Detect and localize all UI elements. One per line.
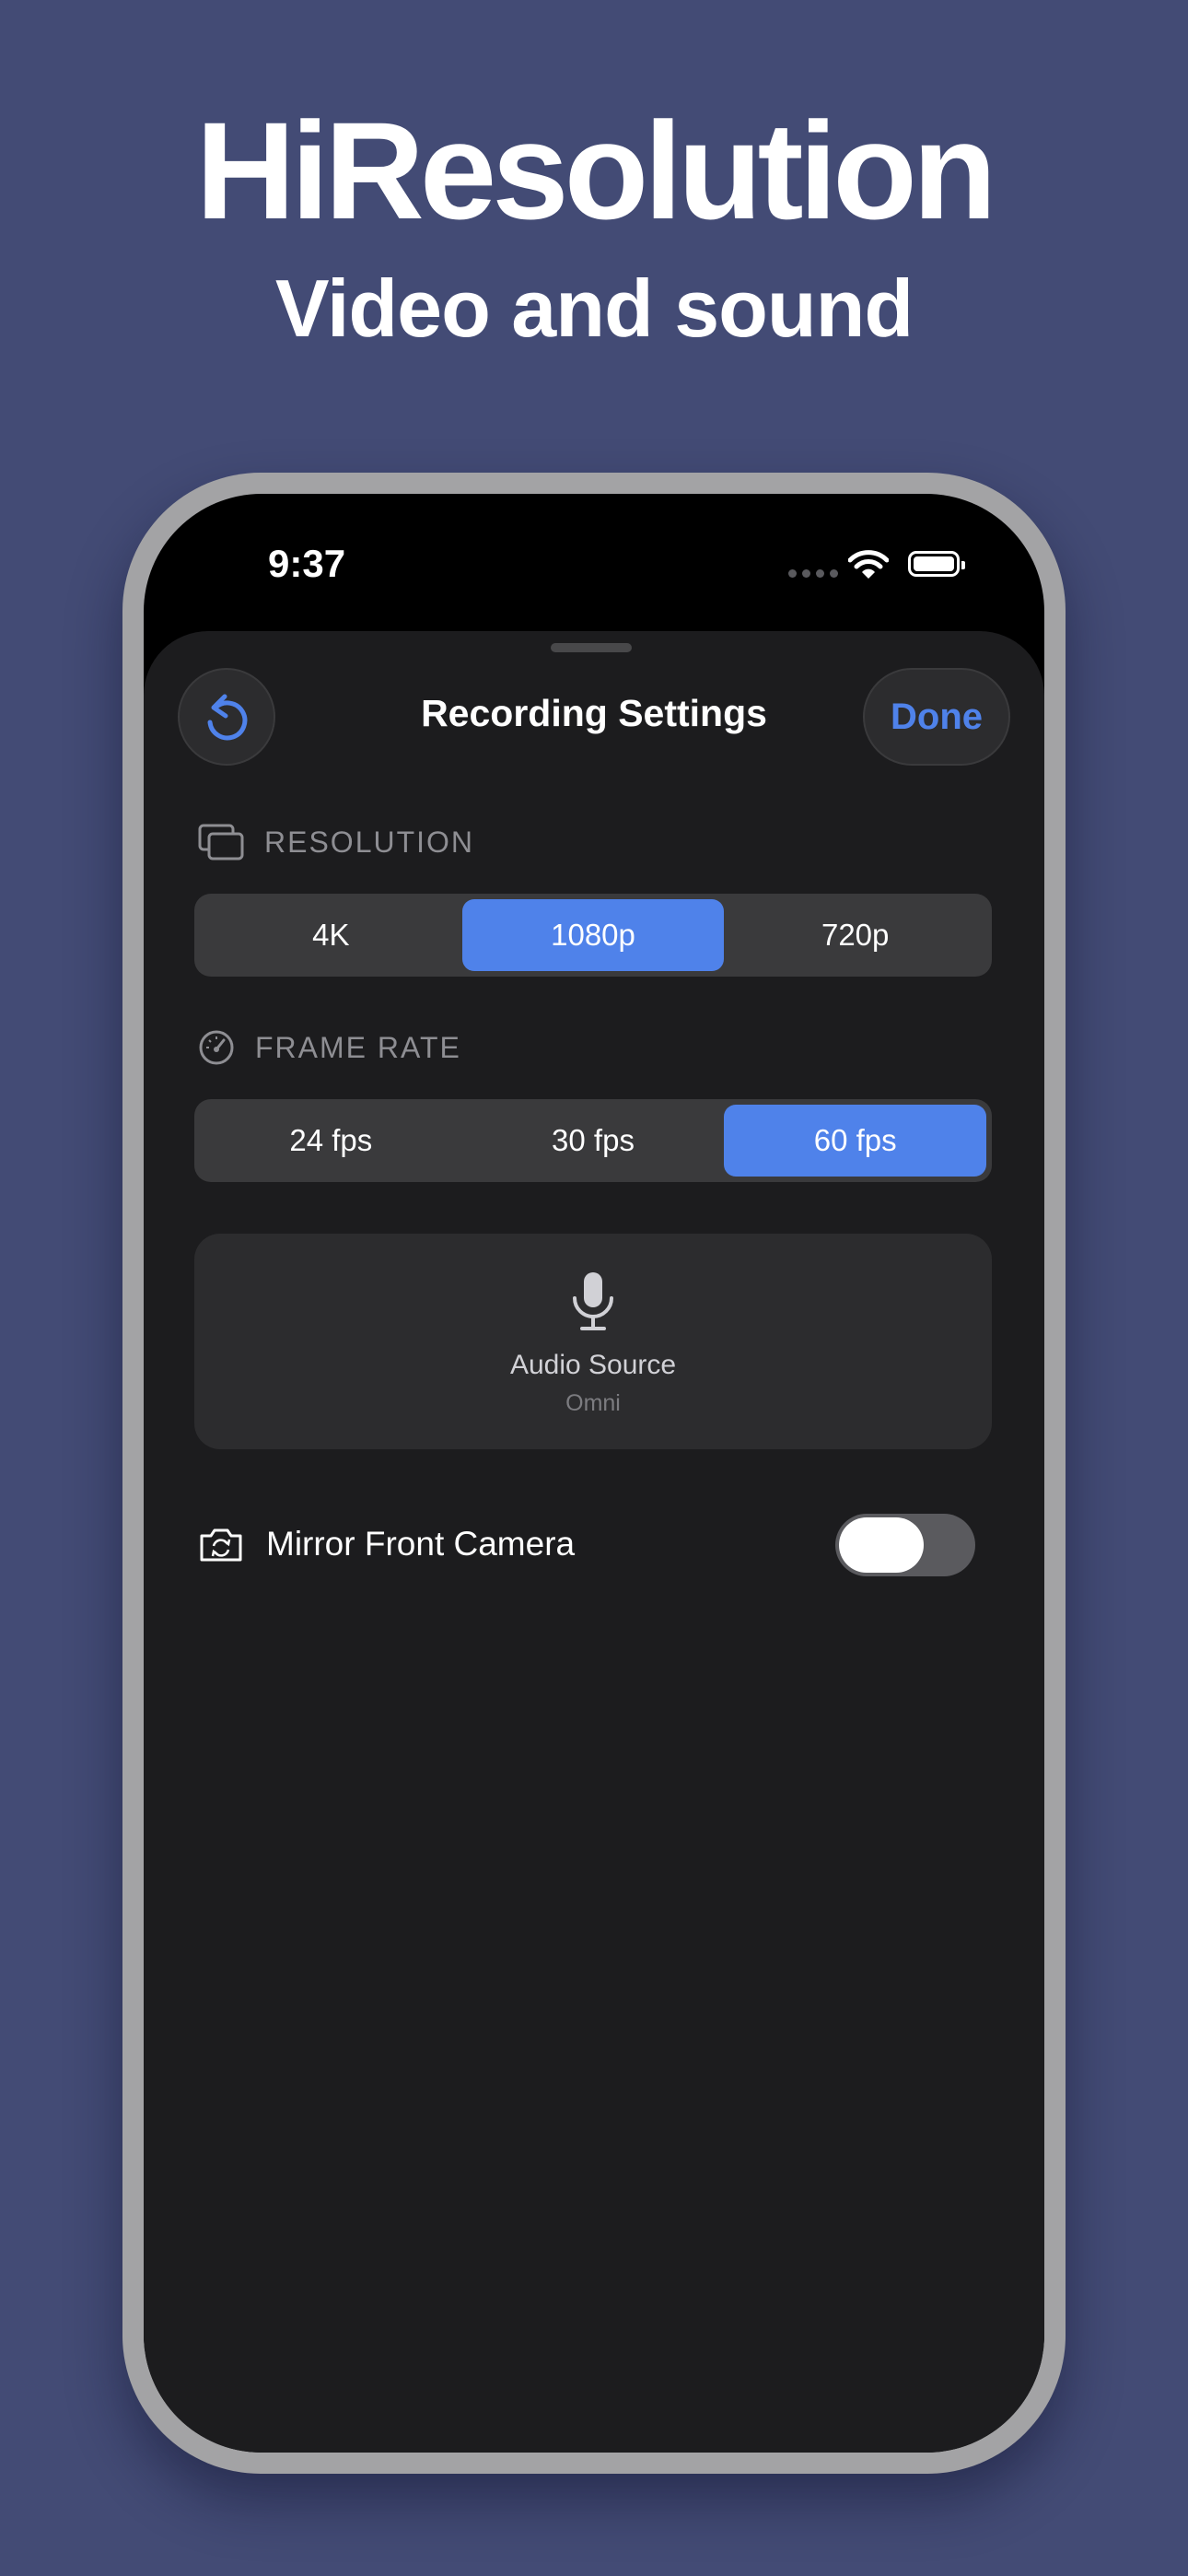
status-time: 9:37 [268, 542, 346, 585]
toggle-knob [839, 1517, 924, 1573]
signal-dots-icon [788, 569, 838, 578]
frame-rate-option-30[interactable]: 30 fps [462, 1105, 725, 1177]
frame-rate-segmented-control: 24 fps 30 fps 60 fps [194, 1099, 992, 1182]
resolution-option-1080p[interactable]: 1080p [461, 899, 725, 971]
promo-subheadline: Video and sound [274, 263, 914, 354]
done-button[interactable]: Done [863, 668, 1010, 766]
frame-rate-header: FRAME RATE [198, 1029, 461, 1066]
resolution-header-label: RESOLUTION [264, 825, 475, 859]
frame-rate-option-24[interactable]: 24 fps [200, 1105, 462, 1177]
camera-rotate-icon [200, 1528, 242, 1562]
resolution-option-4k[interactable]: 4K [200, 899, 462, 971]
resolution-segmented-control: 4K 1080p 720p [194, 894, 992, 977]
speedometer-icon [199, 1030, 234, 1065]
wifi-icon [848, 550, 889, 579]
settings-sheet: Recording Settings Done RESOLUTION 4K 10… [144, 631, 1044, 2453]
mirror-front-camera-row: Mirror Front Camera [198, 1508, 999, 1582]
microphone-icon [573, 1272, 613, 1330]
promo-headline: HiResolution [195, 93, 997, 248]
audio-source-value: Omni [565, 1390, 621, 1416]
resolution-header: RESOLUTION [198, 824, 474, 861]
mirror-front-camera-toggle[interactable] [835, 1514, 975, 1576]
phone-frame: 9:37 Recording Settings Done RESOLUTION … [122, 473, 1066, 2474]
resolution-option-720p[interactable]: 720p [724, 899, 986, 971]
frame-rate-option-60[interactable]: 60 fps [724, 1105, 987, 1177]
mirror-front-camera-label: Mirror Front Camera [266, 1525, 576, 1563]
audio-source-card[interactable]: Audio Source Omni [194, 1234, 992, 1449]
battery-icon [908, 551, 965, 577]
sheet-grabber[interactable] [551, 643, 632, 652]
frame-rate-header-label: FRAME RATE [255, 1030, 461, 1064]
stacked-rectangles-icon [198, 824, 244, 861]
phone-screen: 9:37 Recording Settings Done RESOLUTION … [144, 494, 1044, 2453]
audio-source-label: Audio Source [509, 1350, 677, 1380]
